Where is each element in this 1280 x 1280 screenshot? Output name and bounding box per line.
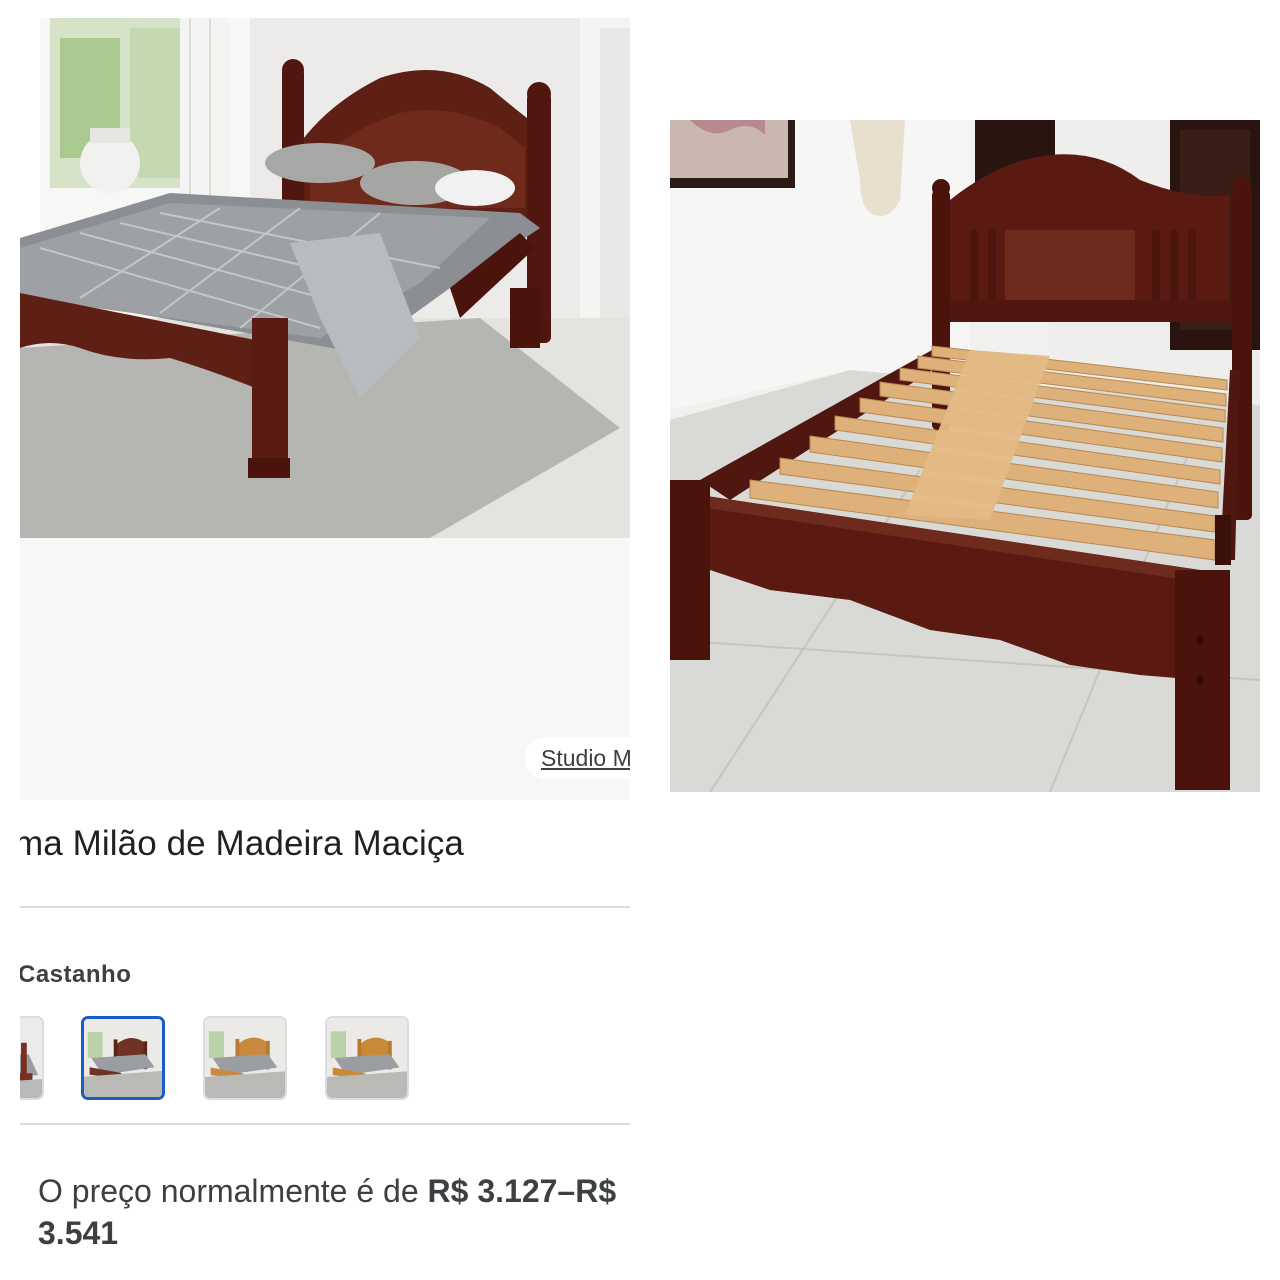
color-swatch-honey-pine[interactable] bbox=[325, 1016, 409, 1100]
bed-thumbnail-icon bbox=[20, 1018, 42, 1098]
bed-thumbnail-icon bbox=[84, 1019, 162, 1097]
store-link-chip[interactable]: Studio M bbox=[525, 737, 630, 779]
bed-thumbnail-icon bbox=[327, 1018, 407, 1098]
divider bbox=[20, 906, 630, 908]
product-main-image[interactable] bbox=[20, 18, 630, 538]
bed-render-illustration bbox=[20, 18, 630, 538]
price-info: O preço normalmente é de R$ 3.127–R$ 3.5… bbox=[38, 1170, 623, 1254]
selected-color-label: Castanho bbox=[20, 961, 132, 988]
color-swatch-castanho[interactable] bbox=[81, 1016, 165, 1100]
price-prefix: O preço normalmente é de bbox=[38, 1173, 428, 1209]
color-swatch-natural-pine[interactable] bbox=[203, 1016, 287, 1100]
product-listing-panel: Studio M ma Milão de Madeira Maciça Cast… bbox=[20, 18, 630, 1280]
color-swatch-dark-brown[interactable] bbox=[20, 1016, 44, 1100]
real-bed-photo[interactable] bbox=[670, 120, 1260, 792]
product-title: ma Milão de Madeira Maciça bbox=[20, 824, 464, 863]
bed-thumbnail-icon bbox=[205, 1018, 285, 1098]
bed-frame-photo-illustration bbox=[670, 120, 1260, 792]
divider bbox=[20, 1123, 630, 1125]
